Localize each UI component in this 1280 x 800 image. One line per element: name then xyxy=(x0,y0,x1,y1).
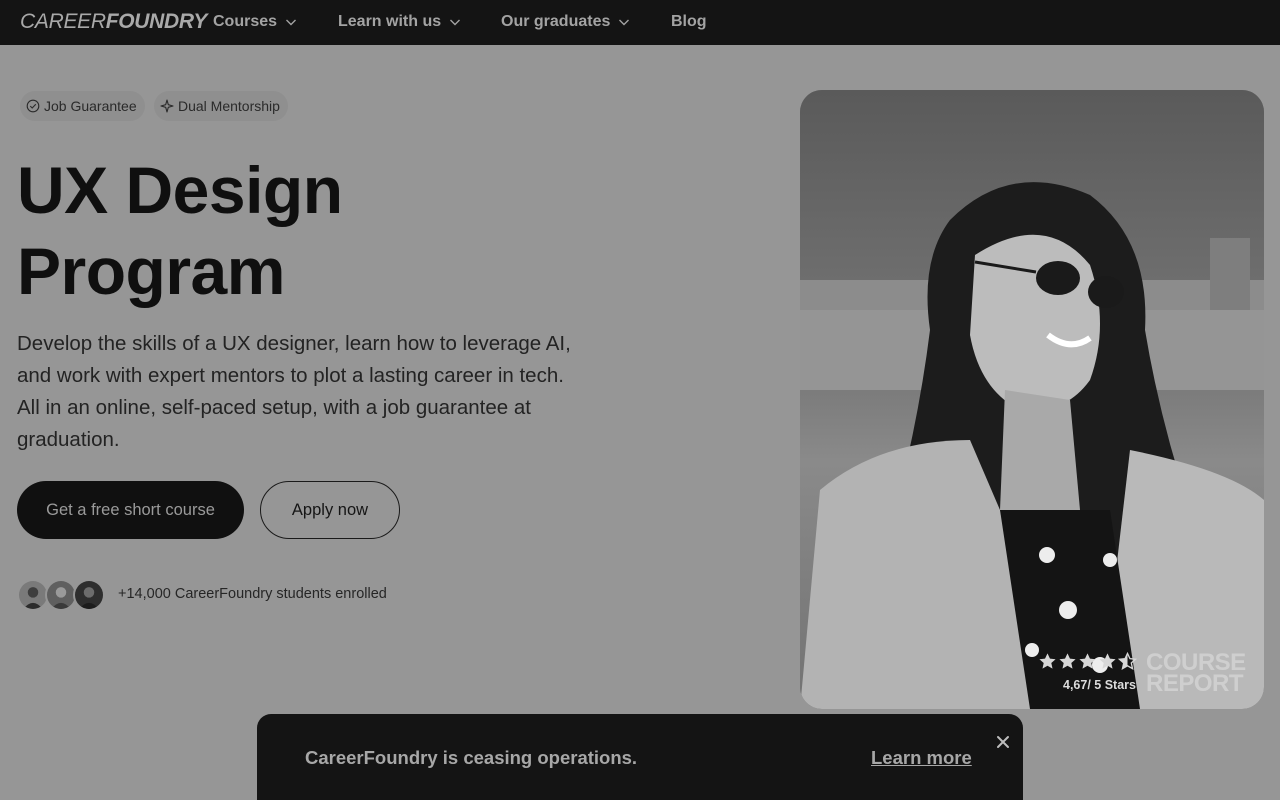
rating-score: 4,67/ 5 Stars xyxy=(1063,678,1136,692)
close-icon[interactable] xyxy=(994,733,1012,751)
nav-item-learn-with-us[interactable]: Learn with us xyxy=(338,12,461,32)
tag-job-guarantee: Job Guarantee xyxy=(20,91,145,121)
careerfoundry-logo[interactable]: CAREERFOUNDRY xyxy=(20,10,207,34)
star-icon xyxy=(1039,653,1056,669)
page-title: UX Design Program xyxy=(17,153,343,308)
nav-item-our-graduates[interactable]: Our graduates xyxy=(501,12,630,32)
chevron-down-icon xyxy=(450,19,461,26)
announcement-banner: CareerFoundry is ceasing operations. Lea… xyxy=(257,714,1023,800)
student-avatars xyxy=(17,579,109,611)
apply-now-button[interactable]: Apply now xyxy=(260,481,400,539)
star-icon xyxy=(1079,653,1096,669)
tag-dual-mentorship: Dual Mentorship xyxy=(154,91,288,121)
star-icon xyxy=(1099,653,1116,669)
hero-image: 4,67/ 5 Stars COURSE REPORT xyxy=(800,90,1264,709)
star-icon xyxy=(1059,653,1076,669)
badge-check-icon xyxy=(26,99,40,113)
top-navigation: CAREERFOUNDRY Courses Learn with us Our … xyxy=(0,0,1280,45)
nav-item-courses[interactable]: Courses xyxy=(213,12,297,32)
enrolled-count: +14,000 CareerFoundry students enrolled xyxy=(118,586,387,602)
star-rating xyxy=(1038,652,1137,671)
student-photo xyxy=(800,90,1264,709)
chevron-down-icon xyxy=(286,19,297,26)
learn-more-link[interactable]: Learn more xyxy=(871,747,972,769)
nav-item-blog[interactable]: Blog xyxy=(671,12,707,32)
get-free-short-course-button[interactable]: Get a free short course xyxy=(17,481,244,539)
avatar xyxy=(73,579,105,611)
sparkle-icon xyxy=(160,99,174,113)
chevron-down-icon xyxy=(619,19,630,26)
banner-message: CareerFoundry is ceasing operations. xyxy=(305,747,638,768)
half-star-icon xyxy=(1118,652,1137,670)
hero-description: Develop the skills of a UX designer, lea… xyxy=(17,332,571,451)
course-report-logo: COURSE REPORT xyxy=(1146,649,1246,697)
